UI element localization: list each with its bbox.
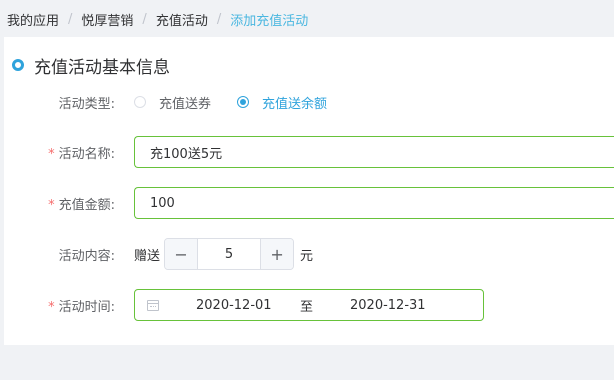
form-row-name: * 活动名称: 充100送5元 — [4, 136, 614, 168]
form-row-amount: * 充值金额: 100 — [4, 187, 614, 219]
required-mark: * — [48, 299, 55, 315]
type-label: 活动类型: — [58, 96, 115, 112]
radio-recharge-coupon[interactable]: 充值送券 — [134, 93, 211, 112]
radio-unchecked-icon[interactable] — [134, 96, 146, 108]
radio-recharge-coupon-label[interactable]: 充值送券 — [159, 93, 211, 112]
start-date-input[interactable]: 2020-12-01 — [196, 298, 272, 313]
calendar-icon[interactable] — [147, 299, 159, 311]
recharge-amount-input[interactable]: 100 — [134, 187, 614, 219]
date-range-separator: 至 — [300, 299, 314, 315]
gift-amount-stepper[interactable]: − 5 + — [164, 238, 295, 270]
section-title: 充值活动基本信息 — [34, 57, 170, 78]
plus-icon[interactable]: + — [260, 239, 294, 269]
amount-label-text: 充值金额: — [58, 197, 115, 213]
radio-recharge-balance[interactable]: 充值送余额 — [237, 93, 327, 112]
section-header: 充值活动基本信息 — [12, 54, 170, 78]
breadcrumb-separator: / — [216, 11, 222, 27]
name-label-text: 活动名称: — [58, 146, 115, 162]
section-dot-icon — [12, 59, 24, 71]
required-mark: * — [48, 146, 55, 162]
time-label-text: 活动时间: — [58, 299, 115, 315]
amount-label: * 充值金额: — [4, 194, 115, 213]
gift-amount-value[interactable]: 5 — [198, 239, 260, 269]
content-label: 活动内容: — [58, 248, 115, 264]
form-row-type: 活动类型: 充值送券 充值送余额 — [4, 90, 614, 114]
form-row-time: * 活动时间: 2020-12-01 至 2020-12-31 — [4, 289, 614, 321]
date-range-picker[interactable]: 2020-12-01 至 2020-12-31 — [134, 289, 484, 321]
breadcrumb-my-apps[interactable]: 我的应用 — [7, 10, 59, 29]
activity-name-input[interactable]: 充100送5元 — [134, 136, 614, 168]
breadcrumb-marketing[interactable]: 悦厚营销 — [81, 10, 133, 29]
type-radio-group: 充值送券 充值送余额 — [134, 93, 353, 112]
radio-recharge-balance-label[interactable]: 充值送余额 — [262, 93, 327, 112]
gift-unit: 元 — [300, 248, 314, 264]
time-label: * 活动时间: — [4, 296, 115, 315]
radio-checked-icon[interactable] — [237, 96, 250, 108]
minus-icon[interactable]: − — [165, 239, 199, 269]
form-card: 充值活动基本信息 活动类型: 充值送券 充值送余额 * 活动名称: 充100送5元… — [4, 37, 614, 345]
breadcrumb-recharge-activity[interactable]: 充值活动 — [156, 10, 208, 29]
name-label: * 活动名称: — [4, 143, 115, 162]
breadcrumb: 我的应用 / 悦厚营销 / 充值活动 / 添加充值活动 — [7, 10, 309, 29]
breadcrumb-separator: / — [68, 11, 73, 27]
gift-prefix: 赠送 — [134, 248, 161, 264]
form-row-content: 活动内容: 赠送 − 5 + 元 — [4, 238, 614, 270]
breadcrumb-add-recharge-activity: 添加充值活动 — [230, 13, 309, 29]
end-date-input[interactable]: 2020-12-31 — [350, 298, 426, 313]
required-mark: * — [48, 197, 55, 213]
breadcrumb-separator: / — [142, 11, 147, 27]
